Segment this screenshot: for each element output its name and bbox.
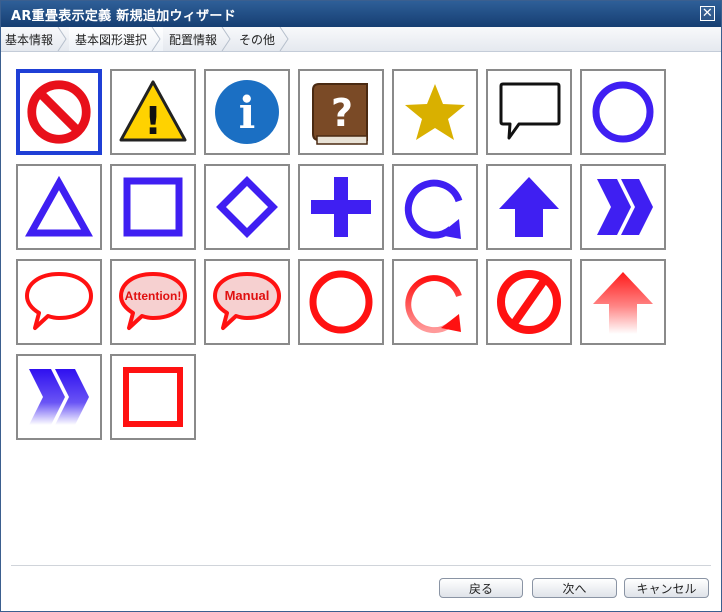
step-placement-info[interactable]: 配置情報 xyxy=(163,27,233,51)
step-label: その他 xyxy=(239,32,276,47)
manual-label: Manual xyxy=(225,288,270,303)
shape-tile-red-prohibited[interactable] xyxy=(486,259,572,345)
title-bar: AR重畳表示定義 新規追加ウィザード ✕ xyxy=(1,1,721,27)
shape-tile-info[interactable]: i xyxy=(204,69,290,155)
back-button[interactable]: 戻る xyxy=(439,578,523,598)
shape-tile-arrow-up[interactable] xyxy=(486,164,572,250)
rotate-arrow-icon xyxy=(404,179,463,239)
shape-tile-speech-balloon[interactable] xyxy=(486,69,572,155)
rotate-arrow-red-icon xyxy=(405,275,462,334)
chevron-right-icon xyxy=(279,27,289,51)
circle-outline-icon xyxy=(592,81,654,143)
shape-tile-plus[interactable] xyxy=(298,164,384,250)
chevron-right-icon xyxy=(221,27,231,51)
shape-tile-red-arrow-up[interactable] xyxy=(580,259,666,345)
next-button[interactable]: 次へ xyxy=(532,578,617,598)
circle-outline-red-icon xyxy=(309,270,373,334)
cancel-button[interactable]: キャンセル xyxy=(624,578,709,598)
step-label: 基本図形選択 xyxy=(75,32,148,47)
shape-tile-square[interactable] xyxy=(110,164,196,250)
shape-tile-gradient-chevrons[interactable] xyxy=(16,354,102,440)
double-chevron-gradient-icon xyxy=(29,369,89,425)
plus-icon xyxy=(311,177,371,237)
manual-balloon-icon: Manual xyxy=(213,272,281,330)
arrow-up-gradient-icon xyxy=(593,272,653,334)
window-title: AR重畳表示定義 新規追加ウィザード xyxy=(11,8,236,24)
step-label: 基本情報 xyxy=(5,32,54,47)
step-shape-select[interactable]: 基本図形選択 xyxy=(69,27,164,51)
prohibited-icon xyxy=(27,80,91,144)
shape-tile-chevrons[interactable] xyxy=(580,164,666,250)
shape-tile-triangle[interactable] xyxy=(16,164,102,250)
shape-tile-diamond[interactable] xyxy=(204,164,290,250)
prohibited-red-icon xyxy=(497,270,561,334)
star-icon xyxy=(405,84,465,140)
shape-tile-red-rotate[interactable] xyxy=(392,259,478,345)
triangle-outline-icon xyxy=(25,175,93,237)
chevron-right-icon xyxy=(151,27,161,51)
arrow-up-icon xyxy=(499,177,559,237)
info-mark: i xyxy=(239,88,256,139)
shape-grid: ! i ? Attention! Manual xyxy=(16,69,666,440)
chevron-right-icon xyxy=(57,27,67,51)
shape-tile-help-book[interactable]: ? xyxy=(298,69,384,155)
diamond-outline-icon xyxy=(216,176,278,238)
double-chevron-right-icon xyxy=(597,179,653,235)
footer-divider xyxy=(11,565,711,566)
help-mark: ? xyxy=(331,91,353,135)
speech-balloon-icon xyxy=(499,82,561,140)
attention-balloon-icon: Attention! xyxy=(119,272,187,330)
square-outline-red-icon xyxy=(123,367,183,427)
shape-tile-manual-balloon[interactable]: Manual xyxy=(204,259,290,345)
wizard-steps: 基本情報 基本図形選択 配置情報 その他 xyxy=(1,27,721,52)
step-other[interactable]: その他 xyxy=(233,27,291,51)
warning-mark: ! xyxy=(144,99,161,143)
wizard-window: AR重畳表示定義 新規追加ウィザード ✕ 基本情報 基本図形選択 配置情報 その… xyxy=(0,0,722,612)
shape-tile-red-balloon[interactable] xyxy=(16,259,102,345)
shape-tile-blue-circle[interactable] xyxy=(580,69,666,155)
shape-tile-star[interactable] xyxy=(392,69,478,155)
shape-tile-prohibited[interactable] xyxy=(16,69,102,155)
attention-label: Attention! xyxy=(125,289,182,303)
warning-icon: ! xyxy=(119,80,187,143)
close-button[interactable]: ✕ xyxy=(700,6,715,21)
speech-balloon-red-icon xyxy=(25,272,93,330)
step-basic-info[interactable]: 基本情報 xyxy=(1,27,69,51)
info-icon: i xyxy=(215,80,279,144)
shape-tile-rotate[interactable] xyxy=(392,164,478,250)
shape-tile-red-circle[interactable] xyxy=(298,259,384,345)
shape-tile-attention-balloon[interactable]: Attention! xyxy=(110,259,196,345)
shape-tile-warning[interactable]: ! xyxy=(110,69,196,155)
help-book-icon: ? xyxy=(312,83,368,145)
square-outline-icon xyxy=(123,177,183,237)
shape-tile-red-square[interactable] xyxy=(110,354,196,440)
step-label: 配置情報 xyxy=(169,32,218,47)
